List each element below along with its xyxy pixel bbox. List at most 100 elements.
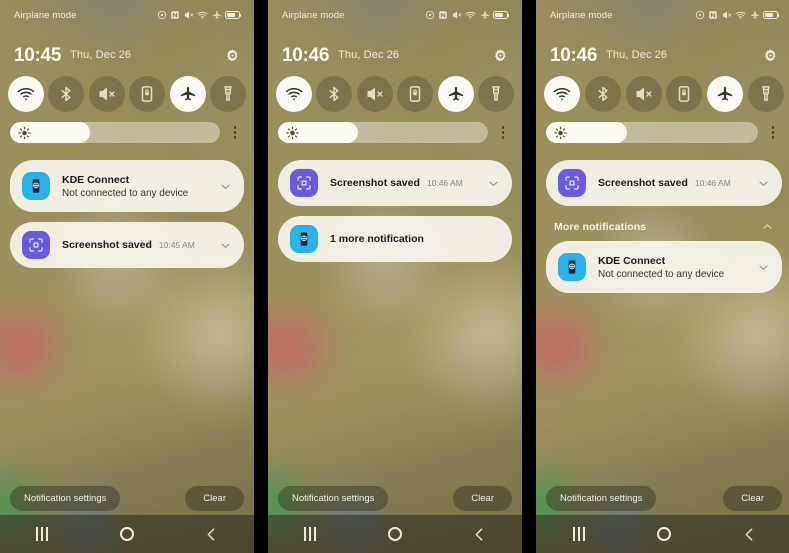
chevron-down-icon[interactable] <box>757 261 770 274</box>
quick-toggle-bluetooth[interactable] <box>48 76 85 112</box>
notification-card[interactable]: Screenshot saved 10:46 AM <box>546 160 782 206</box>
notification-expand-chevron[interactable] <box>219 180 232 193</box>
notification-time: 10:45 AM <box>158 240 195 250</box>
clear-button[interactable]: Clear <box>453 486 512 511</box>
mute-icon <box>184 10 194 20</box>
gear-icon[interactable] <box>763 48 778 63</box>
clock-date[interactable]: Thu, Dec 26 <box>338 49 399 61</box>
clock-date[interactable]: Thu, Dec 26 <box>70 49 131 61</box>
quick-toggle-sound[interactable] <box>625 76 662 112</box>
location-icon <box>425 10 434 20</box>
chevron-down-icon[interactable] <box>487 177 500 190</box>
chevron-up-icon[interactable] <box>761 220 774 233</box>
quick-toggle-flashlight[interactable] <box>747 76 784 112</box>
mute-icon <box>99 88 115 100</box>
bluetooth-icon <box>598 86 608 102</box>
quick-toggle-auto-rotate[interactable] <box>397 76 434 112</box>
wifi-icon <box>735 11 746 19</box>
clear-button[interactable]: Clear <box>185 486 244 511</box>
back-icon[interactable] <box>471 526 488 543</box>
clock-time[interactable]: 10:46 <box>282 46 329 65</box>
more-notifications-header[interactable]: More notifications <box>546 216 782 241</box>
settings-gear-button[interactable] <box>763 48 778 63</box>
quick-toggle-airplane-mode[interactable] <box>437 76 474 112</box>
airplane-icon <box>718 86 733 101</box>
quick-toggle-bluetooth[interactable] <box>316 76 353 112</box>
notification-settings-button[interactable]: Notification settings <box>278 486 389 511</box>
quick-toggle-wifi[interactable] <box>8 76 44 112</box>
home-icon[interactable] <box>371 519 419 549</box>
quick-toggle-sound[interactable] <box>356 76 393 112</box>
bluetooth-icon <box>329 86 339 102</box>
chevron-down-icon[interactable] <box>757 177 770 190</box>
kde-connect-icon <box>22 172 50 200</box>
quick-toggle-airplane-mode[interactable] <box>707 76 744 112</box>
quick-toggle-wifi[interactable] <box>544 76 580 112</box>
home-icon[interactable] <box>640 519 688 549</box>
kde-connect-icon <box>558 253 586 281</box>
quick-toggle-airplane-mode[interactable] <box>169 76 206 112</box>
brightness-slider[interactable] <box>10 122 220 143</box>
wifi-icon <box>735 10 746 21</box>
settings-gear-button[interactable] <box>225 48 240 63</box>
gear-icon[interactable] <box>225 48 240 63</box>
brightness-slider[interactable] <box>546 122 758 143</box>
clock-time[interactable]: 10:46 <box>550 46 597 65</box>
back-icon[interactable] <box>203 526 220 543</box>
clear-button[interactable]: Clear <box>723 486 782 511</box>
settings-gear-button[interactable] <box>493 48 508 63</box>
notification-settings-button[interactable]: Notification settings <box>546 486 657 511</box>
back-icon[interactable] <box>741 526 758 543</box>
kde-connect-icon <box>568 260 576 274</box>
recents-icon[interactable] <box>286 519 334 549</box>
screenshot-icon <box>565 176 579 190</box>
kde-connect-icon <box>290 225 318 253</box>
brightness-menu-button[interactable] <box>764 126 782 139</box>
kde-connect-icon <box>300 232 308 246</box>
brightness-menu-button[interactable] <box>494 126 512 139</box>
brightness-menu-button[interactable] <box>226 126 244 139</box>
rotate-lock-icon <box>409 86 421 102</box>
navigation-bar <box>268 515 522 553</box>
notification-expand-chevron[interactable] <box>219 239 232 252</box>
back-icon[interactable] <box>725 519 773 549</box>
chevron-down-icon[interactable] <box>219 180 232 193</box>
notification-card[interactable]: Screenshot saved 10:46 AM <box>278 160 512 206</box>
notification-card[interactable]: Screenshot saved 10:45 AM <box>10 222 244 268</box>
clock-time[interactable]: 10:45 <box>14 46 61 65</box>
brightness-slider[interactable] <box>278 122 488 143</box>
quick-toggle-flashlight[interactable] <box>209 76 246 112</box>
quick-toggle-bluetooth[interactable] <box>584 76 621 112</box>
status-bar: Airplane mode <box>536 0 789 30</box>
notification-card-grouped[interactable]: KDE Connect Not connected to any device <box>546 241 782 293</box>
mute-icon <box>452 10 462 20</box>
brightness-row <box>278 122 512 143</box>
notification-expand-chevron[interactable] <box>487 177 500 190</box>
location-icon <box>695 10 704 20</box>
notification-card[interactable]: KDE Connect Not connected to any device <box>10 160 244 212</box>
recents-icon[interactable] <box>555 519 603 549</box>
gear-icon[interactable] <box>493 48 508 63</box>
rotate-lock-icon <box>141 86 153 102</box>
chevron-up-icon[interactable] <box>761 220 774 233</box>
notification-title: 1 more notification <box>330 233 424 245</box>
quick-toggle-flashlight[interactable] <box>477 76 514 112</box>
chevron-down-icon[interactable] <box>219 239 232 252</box>
notification-expand-chevron[interactable] <box>757 261 770 274</box>
screenshot-icon <box>29 238 43 252</box>
recents-icon[interactable] <box>18 519 66 549</box>
back-icon[interactable] <box>188 519 236 549</box>
home-icon[interactable] <box>103 519 151 549</box>
notification-expand-chevron[interactable] <box>757 177 770 190</box>
notification-card[interactable]: 1 more notification <box>278 216 512 262</box>
quick-toggle-auto-rotate[interactable] <box>129 76 166 112</box>
quick-toggle-sound[interactable] <box>88 76 125 112</box>
notification-settings-button[interactable]: Notification settings <box>10 486 121 511</box>
back-icon[interactable] <box>456 519 504 549</box>
flashlight-icon <box>224 86 232 101</box>
flashlight-icon <box>492 86 500 101</box>
quick-toggle-wifi[interactable] <box>276 76 312 112</box>
clock-date[interactable]: Thu, Dec 26 <box>606 49 667 61</box>
navigation-bar <box>0 515 254 553</box>
quick-toggle-auto-rotate[interactable] <box>666 76 703 112</box>
